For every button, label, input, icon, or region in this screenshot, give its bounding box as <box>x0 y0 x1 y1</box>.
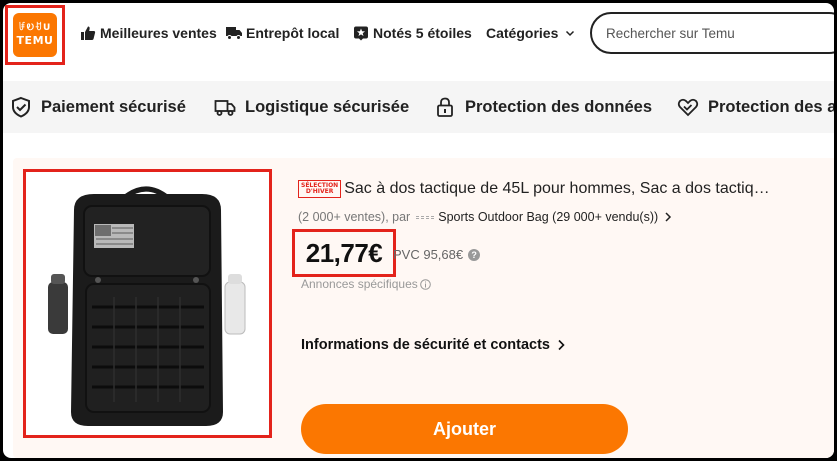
top-header: ꀱᎧꀀU TEMU Meilleures ventes Entrepôt loc… <box>3 3 834 65</box>
trust-secure-payment[interactable]: Paiement sécurisé <box>9 94 186 120</box>
trust-label: Paiement sécurisé <box>41 97 186 116</box>
nav-best-sellers[interactable]: Meilleures ventes <box>79 22 217 44</box>
badge-line-2: D'HIVER <box>305 188 334 195</box>
nav-categories[interactable]: Catégories <box>486 22 579 44</box>
trust-data-protection[interactable]: Protection des données <box>433 94 652 120</box>
product-price: 21,77€ <box>305 237 383 268</box>
sponsored-label: Annonces spécifiques <box>301 277 431 291</box>
product-title-row[interactable]: SÉLECTION D'HIVER Sac à dos tactique de … <box>298 178 818 200</box>
backpack-image <box>26 172 269 435</box>
truck-icon <box>213 95 237 119</box>
chevron-right-icon <box>557 339 565 351</box>
ads-text: Annonces spécifiques <box>301 277 418 291</box>
seller-link[interactable]: Sports Outdoor Bag (29 000+ vendu(s)) <box>438 210 658 224</box>
product-card[interactable]: SÉLECTION D'HIVER Sac à dos tactique de … <box>13 158 834 458</box>
browser-page: ꀱᎧꀀU TEMU Meilleures ventes Entrepôt loc… <box>3 3 834 458</box>
nav-label: Entrepôt local <box>246 25 340 41</box>
thumbs-up-icon <box>79 24 97 42</box>
sales-count: (2 000+ ventes), par <box>298 210 411 224</box>
star-badge-icon <box>352 24 370 42</box>
chevron-down-icon <box>561 24 579 42</box>
rrp-price: PVC 95,68€ ? <box>393 247 481 262</box>
add-to-cart-button[interactable]: Ajouter <box>301 404 628 454</box>
search-placeholder: Rechercher sur Temu <box>606 25 735 41</box>
trust-label: Logistique sécurisée <box>245 97 410 116</box>
handshake-heart-icon <box>676 95 700 119</box>
truck-icon <box>225 24 243 42</box>
temu-logo[interactable]: ꀱᎧꀀU TEMU <box>13 13 57 57</box>
nav-local-warehouse[interactable]: Entrepôt local <box>225 22 339 44</box>
product-image-highlight[interactable] <box>23 169 272 438</box>
lock-icon <box>433 95 457 119</box>
trust-bar: Paiement sécurisé Logistique sécurisée P… <box>3 81 834 133</box>
trust-label: Protection des ac <box>708 97 834 116</box>
safety-info-link[interactable]: Informations de sécurité et contacts <box>301 337 565 353</box>
nav-label: Meilleures ventes <box>100 25 217 41</box>
product-title[interactable]: Sac à dos tactique de 45L pour hommes, S… <box>344 180 769 198</box>
rrp-text: PVC 95,68€ <box>393 247 464 262</box>
nav-label: Notés 5 étoiles <box>373 25 472 41</box>
shield-check-icon <box>9 95 33 119</box>
seller-logo-icon <box>416 215 435 219</box>
nav-label: Catégories <box>486 25 559 41</box>
question-mark-icon[interactable]: ? <box>468 248 481 261</box>
safety-info-text: Informations de sécurité et contacts <box>301 337 550 353</box>
price-highlight-box: 21,77€ <box>292 229 396 277</box>
chevron-right-icon[interactable] <box>664 212 672 222</box>
logo-word: TEMU <box>16 34 54 47</box>
winter-selection-badge: SÉLECTION D'HIVER <box>298 180 342 198</box>
nav-five-star[interactable]: Notés 5 étoiles <box>352 22 472 44</box>
info-icon[interactable] <box>419 278 431 290</box>
logo-glyphs: ꀱᎧꀀU <box>18 23 52 33</box>
trust-secure-logistics[interactable]: Logistique sécurisée <box>213 94 409 120</box>
search-input[interactable]: Rechercher sur Temu <box>590 12 834 54</box>
seller-row: (2 000+ ventes), par Sports Outdoor Bag … <box>298 208 672 226</box>
logo-highlight-box[interactable]: ꀱᎧꀀU TEMU <box>5 5 65 65</box>
trust-purchase-protection[interactable]: Protection des ac <box>676 94 834 120</box>
trust-label: Protection des données <box>465 97 653 116</box>
